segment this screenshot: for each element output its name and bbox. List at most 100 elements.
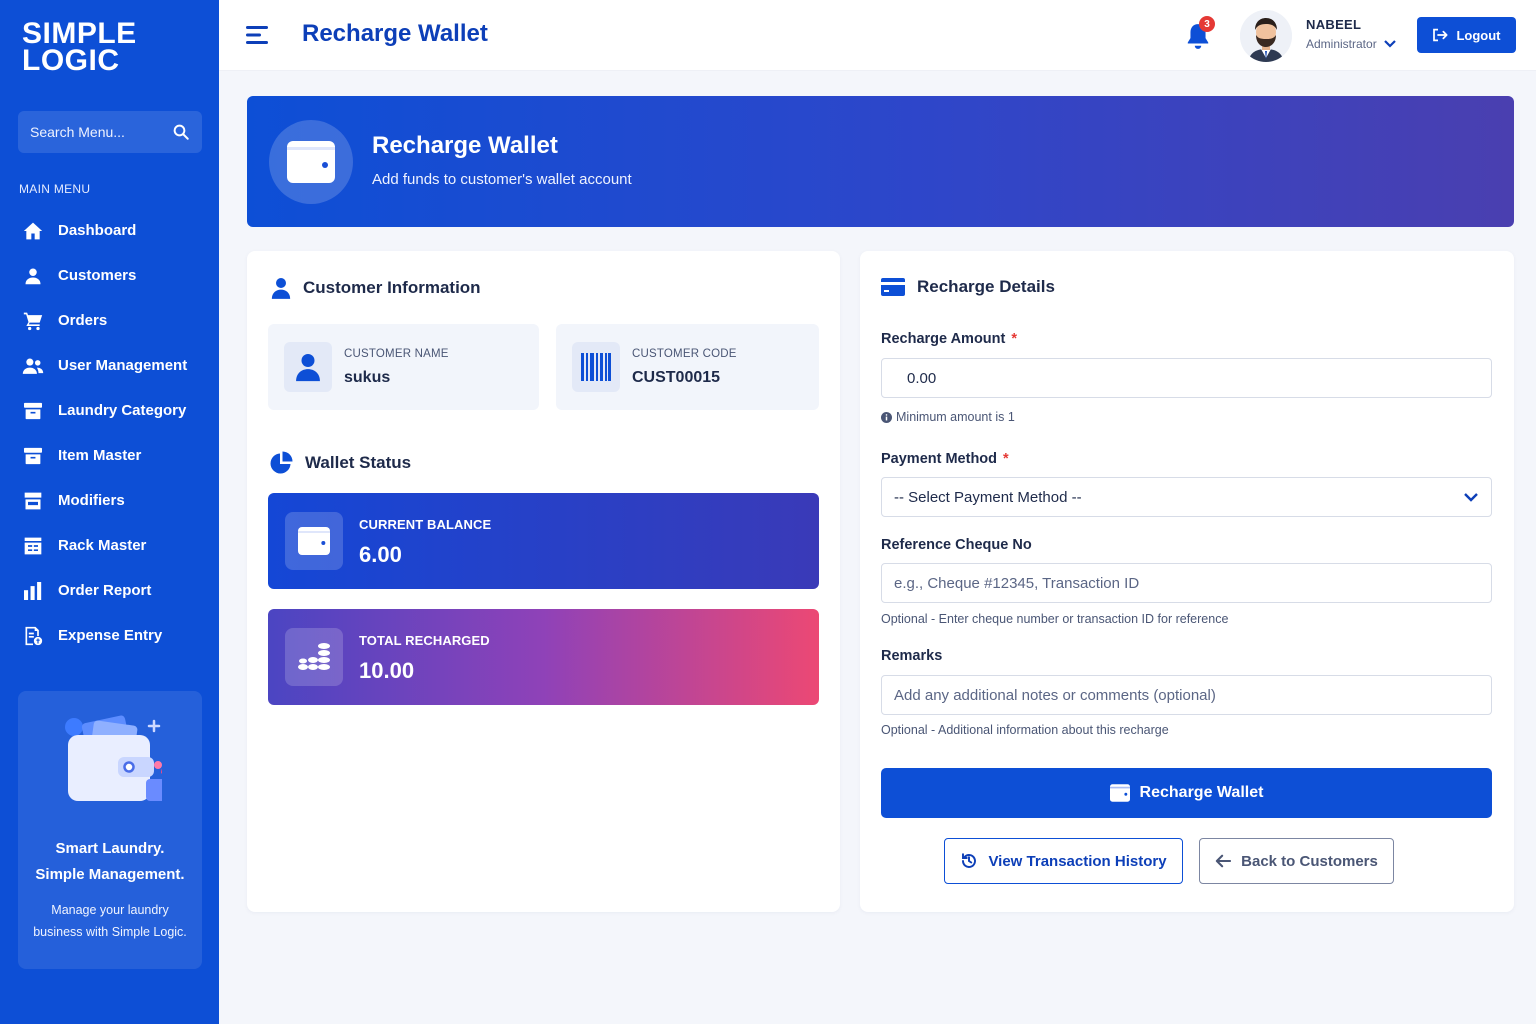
hamburger-menu-icon[interactable] <box>246 25 270 45</box>
sidebar-item-rack-master[interactable]: Rack Master <box>0 523 219 568</box>
home-icon <box>22 220 44 242</box>
info-icon <box>881 411 892 423</box>
payment-method-label-text: Payment Method <box>881 451 998 467</box>
user-icon <box>296 354 320 382</box>
customer-name-value: sukus <box>344 369 391 386</box>
menu-search-input[interactable] <box>30 124 170 140</box>
wallet-status-title: Wallet Status <box>305 453 412 472</box>
recharge-wallet-button[interactable]: Recharge Wallet <box>881 768 1492 818</box>
box-icon <box>22 445 44 467</box>
credit-card-icon <box>881 278 905 296</box>
sidebar-item-label: Laundry Category <box>58 402 187 419</box>
wallet-icon <box>298 527 330 555</box>
sidebar-item-dashboard[interactable]: Dashboard <box>0 208 219 253</box>
remarks-input[interactable] <box>881 675 1492 715</box>
promo-card: Smart Laundry. Simple Management. Manage… <box>18 691 202 969</box>
promo-title: Smart Laundry. Simple Management. <box>18 836 202 888</box>
wallet-illustration-icon <box>65 715 162 801</box>
remarks-hint: Optional - Additional information about … <box>881 723 1169 737</box>
banner-subtitle: Add funds to customer's wallet account <box>372 171 632 188</box>
store-icon <box>22 490 44 512</box>
menu-search <box>18 111 202 153</box>
reference-input[interactable] <box>881 563 1492 603</box>
user-role: Administrator <box>1306 37 1377 51</box>
search-icon[interactable] <box>172 123 190 141</box>
recharge-amount-label-text: Recharge Amount <box>881 331 1006 347</box>
recharge-wallet-label: Recharge Wallet <box>1139 784 1264 801</box>
history-icon <box>962 853 977 868</box>
customer-card: Customer Information CUSTOMER NAME sukus… <box>247 251 840 912</box>
notification-button[interactable]: 3 <box>1185 16 1215 50</box>
total-recharged-card: TOTAL RECHARGED 10.00 <box>268 609 819 705</box>
customer-code-icon-wrap <box>572 342 620 392</box>
sidebar-item-customers[interactable]: Customers <box>0 253 219 298</box>
recharged-icon-wrap <box>285 628 343 686</box>
main-menu-heading: MAIN MENU <box>19 182 91 196</box>
users-icon <box>22 355 44 377</box>
current-balance-card: CURRENT BALANCE 6.00 <box>268 493 819 589</box>
sidebar-item-item-master[interactable]: Item Master <box>0 433 219 478</box>
sidebar-item-label: Modifiers <box>58 492 125 509</box>
pie-chart-icon <box>270 451 293 474</box>
sidebar-item-modifiers[interactable]: Modifiers <box>0 478 219 523</box>
recharge-amount-input[interactable] <box>881 358 1492 398</box>
back-to-customers-label: Back to Customers <box>1241 852 1378 870</box>
wallet-icon <box>1109 784 1130 802</box>
chevron-down-icon <box>1464 493 1478 502</box>
payment-method-select[interactable]: -- Select Payment Method -- <box>881 477 1492 517</box>
promo-title-line-1: Smart Laundry. <box>55 840 165 857</box>
box-icon <box>22 400 44 422</box>
customer-name-box: CUSTOMER NAME sukus <box>268 324 539 410</box>
page-title: Recharge Wallet <box>302 20 488 47</box>
notification-badge: 3 <box>1199 16 1215 32</box>
back-to-customers-button[interactable]: Back to Customers <box>1199 838 1394 884</box>
promo-text: Manage your laundry business with Simple… <box>33 903 187 939</box>
sidebar-item-expense-entry[interactable]: Expense Entry <box>0 613 219 658</box>
brand-logo[interactable]: SIMPLE LOGIC <box>22 17 137 77</box>
sidebar: SIMPLE LOGIC MAIN MENU Dashboard Custome… <box>0 0 219 1024</box>
logo-line-1: SIMPLE <box>22 17 137 50</box>
page-banner: Recharge Wallet Add funds to customer's … <box>247 96 1514 227</box>
amount-hint: Minimum amount is 1 <box>881 410 1015 424</box>
required-marker: * <box>1003 451 1009 467</box>
customer-code-label: CUSTOMER CODE <box>632 348 737 360</box>
sidebar-item-label: User Management <box>58 357 188 374</box>
bar-chart-icon <box>22 580 44 602</box>
payment-method-label: Payment Method * <box>881 451 1009 467</box>
sidebar-item-label: Dashboard <box>58 222 137 239</box>
reference-hint: Optional - Enter cheque number or transa… <box>881 612 1229 626</box>
sidebar-item-laundry-category[interactable]: Laundry Category <box>0 388 219 433</box>
recharge-details-heading: Recharge Details <box>881 277 1055 297</box>
sidebar-item-label: Item Master <box>58 447 142 464</box>
avatar[interactable] <box>1240 10 1292 62</box>
reference-label: Reference Cheque No <box>881 537 1032 553</box>
user-name: NABEEL <box>1306 17 1362 32</box>
sidebar-item-label: Rack Master <box>58 537 147 554</box>
sidebar-item-label: Orders <box>58 312 108 329</box>
wallet-icon <box>287 141 335 183</box>
total-recharged-value: 10.00 <box>359 658 415 683</box>
main-menu: Dashboard Customers Orders User Manageme… <box>0 208 219 658</box>
customer-code-value: CUST00015 <box>632 369 721 386</box>
user-avatar-icon <box>1240 10 1292 62</box>
chevron-down-icon[interactable] <box>1383 38 1397 50</box>
recharge-form-card: Recharge Details Recharge Amount * Minimu… <box>860 251 1514 912</box>
user-icon <box>22 265 44 287</box>
payment-method-selected: -- Select Payment Method -- <box>894 488 1082 506</box>
promo-title-line-2: Simple Management. <box>35 866 185 883</box>
sidebar-item-order-report[interactable]: Order Report <box>0 568 219 613</box>
view-transaction-history-button[interactable]: View Transaction History <box>944 838 1183 884</box>
amount-hint-text: Minimum amount is 1 <box>896 410 1015 424</box>
banner-icon-circle <box>269 120 353 204</box>
current-balance-value: 6.00 <box>359 542 402 567</box>
logo-line-2: LOGIC <box>22 44 120 77</box>
logout-button[interactable]: Logout <box>1417 17 1516 53</box>
barcode-icon <box>581 353 611 381</box>
balance-icon-wrap <box>285 512 343 570</box>
sidebar-item-label: Order Report <box>58 582 152 599</box>
sidebar-item-user-management[interactable]: User Management <box>0 343 219 388</box>
cart-icon <box>22 310 44 332</box>
recharge-details-title: Recharge Details <box>917 277 1055 296</box>
remarks-label: Remarks <box>881 648 943 664</box>
sidebar-item-orders[interactable]: Orders <box>0 298 219 343</box>
